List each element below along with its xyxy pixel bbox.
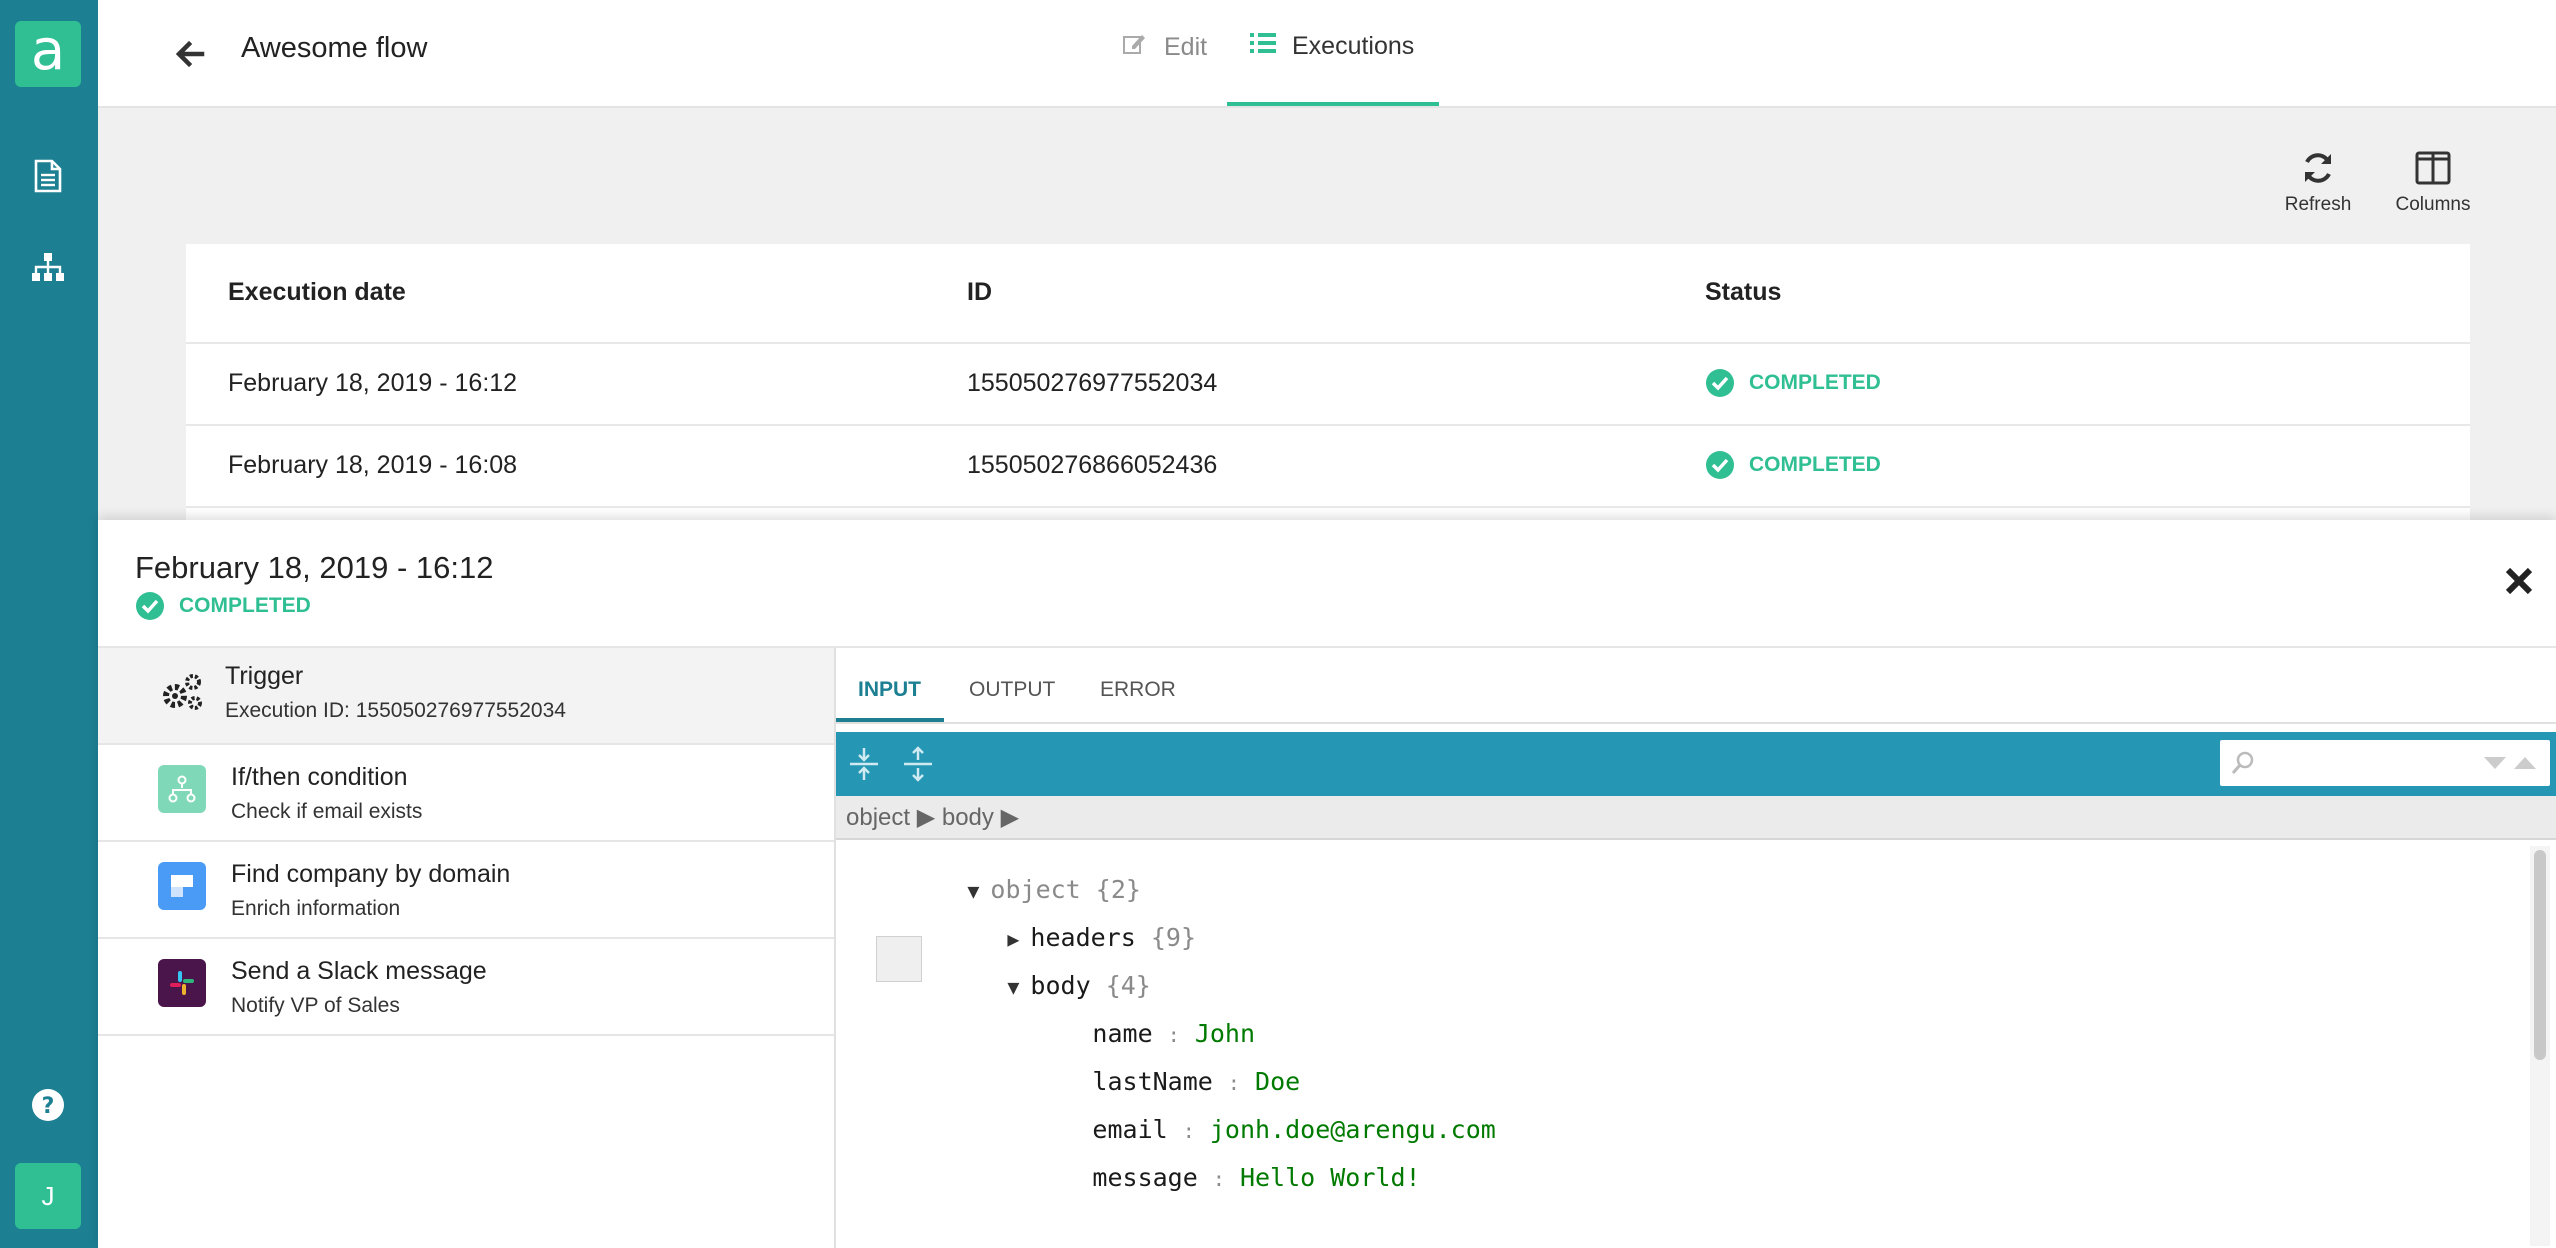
breadcrumb-body[interactable]: body: [942, 804, 994, 831]
breadcrumb-object[interactable]: object: [846, 804, 910, 831]
detail-title: February 18, 2019 - 16:12: [135, 550, 494, 585]
step-find-company[interactable]: Find company by domain Enrich informatio…: [98, 842, 834, 939]
check-circle-icon: [1706, 451, 1734, 479]
divider: [836, 722, 2556, 724]
step-title: Send a Slack message: [231, 957, 487, 985]
io-viewer: INPUT OUTPUT ERROR object ▶ body ▶ ▼ obj…: [836, 648, 2556, 1248]
collapse-all-icon[interactable]: [900, 746, 936, 782]
step-subtitle: Notify VP of Sales: [231, 994, 400, 1017]
executions-table: Execution date ID Status February 18, 20…: [186, 244, 2470, 524]
steps-list: Trigger Execution ID: 155050276977552034…: [98, 648, 836, 1248]
table-row[interactable]: February 18, 2019 - 16:12 15505027697755…: [186, 344, 2470, 426]
tab-error[interactable]: ERROR: [1100, 678, 1176, 702]
detail-status-text: COMPLETED: [179, 594, 311, 617]
breadcrumb-arrow-icon: ▶: [916, 804, 936, 831]
gears-icon: [158, 668, 206, 716]
step-subtitle: Execution ID: 155050276977552034: [225, 699, 566, 722]
table-header: Execution date ID Status: [186, 244, 2470, 344]
status-text: COMPLETED: [1749, 453, 1881, 476]
detail-status-badge: COMPLETED: [135, 591, 311, 621]
tree-field[interactable]: message : Hello World!: [972, 1134, 1420, 1221]
help-icon[interactable]: ?: [29, 1086, 67, 1124]
json-tree: ▼ object {2} ▶ headers {9} ▼ body {4} name …: [836, 842, 2526, 1248]
step-subtitle: Check if email exists: [231, 800, 423, 823]
step-if-then[interactable]: If/then condition Check if email exists: [98, 745, 834, 842]
refresh-icon: [2282, 148, 2354, 188]
tab-executions[interactable]: Executions: [1250, 32, 1414, 61]
breadcrumb-arrow-icon: ▶: [1000, 804, 1020, 831]
document-icon[interactable]: [29, 157, 67, 195]
json-search: [2220, 740, 2550, 786]
svg-text:?: ?: [42, 1094, 55, 1119]
column-header-id[interactable]: ID: [967, 278, 992, 307]
step-title: Find company by domain: [231, 860, 511, 888]
close-icon[interactable]: [2504, 566, 2534, 596]
user-avatar[interactable]: J: [15, 1163, 81, 1229]
json-breadcrumb: object ▶ body ▶: [836, 796, 2556, 840]
table-row[interactable]: February 18, 2019 - 16:08 15505027686605…: [186, 426, 2470, 508]
search-previous-icon[interactable]: [2512, 754, 2538, 777]
expand-all-icon[interactable]: [846, 746, 882, 782]
columns-label: Columns: [2395, 194, 2471, 215]
branch-icon: [158, 765, 206, 813]
status-text: COMPLETED: [1749, 371, 1881, 394]
columns-icon: [2388, 148, 2478, 188]
step-subtitle: Enrich information: [231, 897, 401, 920]
column-header-status[interactable]: Status: [1705, 278, 1781, 307]
step-slack[interactable]: Send a Slack message Notify VP of Sales: [98, 939, 834, 1036]
execution-detail-panel: February 18, 2019 - 16:12 COMPLETED Trig…: [98, 520, 2556, 1248]
tab-output[interactable]: OUTPUT: [969, 678, 1055, 702]
flow-title: Awesome flow: [241, 32, 428, 64]
row-id: 155050276977552034: [967, 369, 1218, 397]
search-next-icon[interactable]: [2482, 754, 2508, 777]
json-toolbar: [836, 732, 2556, 796]
tab-executions-label: Executions: [1292, 32, 1415, 60]
tab-edit-label: Edit: [1164, 33, 1208, 61]
clearbit-icon: [158, 862, 206, 910]
left-rail: a ? J: [0, 0, 98, 1248]
tab-input[interactable]: INPUT: [858, 678, 921, 702]
step-trigger[interactable]: Trigger Execution ID: 155050276977552034: [98, 648, 834, 745]
search-icon: [2230, 750, 2256, 781]
check-circle-icon: [136, 592, 164, 620]
tab-edit[interactable]: Edit: [1122, 32, 1207, 63]
step-title: Trigger: [225, 662, 304, 690]
top-bar: Awesome flow Edit Executions: [98, 0, 2556, 108]
row-id: 155050276866052436: [967, 451, 1218, 479]
tree-scrollbar[interactable]: [2530, 846, 2550, 1246]
row-date: February 18, 2019 - 16:12: [228, 369, 518, 397]
sitemap-icon[interactable]: [29, 248, 67, 286]
json-search-input[interactable]: [2266, 746, 2470, 780]
status-badge: COMPLETED: [1705, 450, 1881, 480]
check-circle-icon: [1706, 369, 1734, 397]
columns-button[interactable]: Columns: [2388, 148, 2478, 216]
step-title: If/then condition: [231, 763, 408, 791]
scrollbar-thumb[interactable]: [2534, 850, 2546, 1060]
slack-icon: [158, 959, 206, 1007]
refresh-label: Refresh: [2284, 194, 2352, 215]
column-header-date[interactable]: Execution date: [228, 278, 406, 307]
status-badge: COMPLETED: [1705, 368, 1881, 398]
back-arrow-icon[interactable]: [172, 36, 208, 72]
edit-icon: [1122, 32, 1148, 63]
active-tab-indicator: [1227, 102, 1439, 106]
refresh-button[interactable]: Refresh: [2282, 148, 2354, 216]
row-date: February 18, 2019 - 16:08: [228, 451, 518, 479]
app-logo[interactable]: a: [15, 21, 81, 87]
list-icon: [1250, 32, 1276, 61]
